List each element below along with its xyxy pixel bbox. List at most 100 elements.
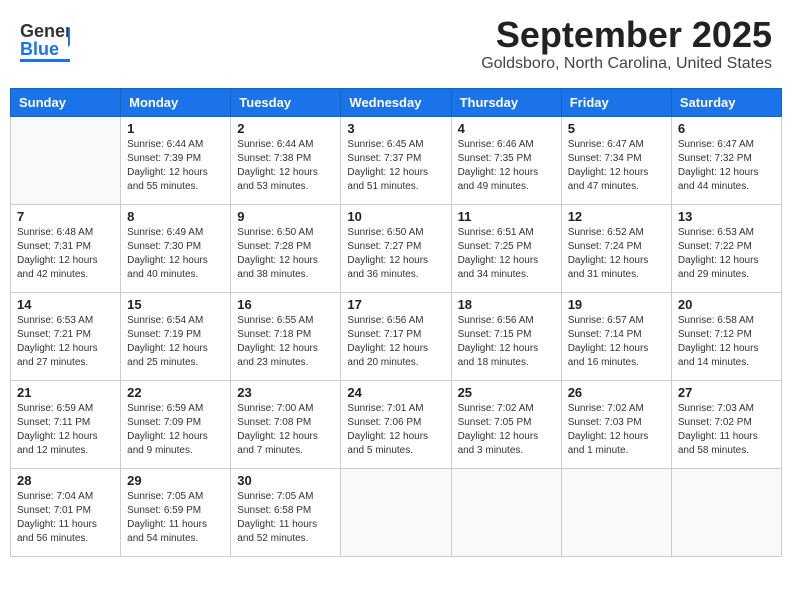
calendar-cell: 3 Sunrise: 6:45 AMSunset: 7:37 PMDaylight… xyxy=(341,116,451,204)
weekday-header-saturday: Saturday xyxy=(671,88,781,116)
day-number: 26 xyxy=(568,385,665,400)
day-number: 29 xyxy=(127,473,224,488)
calendar-cell: 24 Sunrise: 7:01 AMSunset: 7:06 PMDayligh… xyxy=(341,380,451,468)
calendar-cell: 28 Sunrise: 7:04 AMSunset: 7:01 PMDayligh… xyxy=(11,468,121,556)
month-title: September 2025 xyxy=(481,15,772,55)
day-number: 13 xyxy=(678,209,775,224)
day-info: Sunrise: 6:47 AMSunset: 7:34 PMDaylight:… xyxy=(568,138,665,194)
weekday-header-friday: Friday xyxy=(561,88,671,116)
day-number: 17 xyxy=(347,297,444,312)
day-number: 3 xyxy=(347,121,444,136)
day-info: Sunrise: 6:51 AMSunset: 7:25 PMDaylight:… xyxy=(458,226,555,282)
location-title: Goldsboro, North Carolina, United States xyxy=(481,55,772,73)
day-info: Sunrise: 6:44 AMSunset: 7:38 PMDaylight:… xyxy=(237,138,334,194)
calendar-cell: 17 Sunrise: 6:56 AMSunset: 7:17 PMDayligh… xyxy=(341,292,451,380)
calendar-cell xyxy=(451,468,561,556)
weekday-header-thursday: Thursday xyxy=(451,88,561,116)
day-info: Sunrise: 6:59 AMSunset: 7:11 PMDaylight:… xyxy=(17,402,114,458)
day-info: Sunrise: 6:56 AMSunset: 7:15 PMDaylight:… xyxy=(458,314,555,370)
calendar-cell: 29 Sunrise: 7:05 AMSunset: 6:59 PMDayligh… xyxy=(121,468,231,556)
day-number: 9 xyxy=(237,209,334,224)
svg-text:General: General xyxy=(20,21,70,41)
day-number: 25 xyxy=(458,385,555,400)
day-info: Sunrise: 7:03 AMSunset: 7:02 PMDaylight:… xyxy=(678,402,775,458)
calendar-week-4: 28 Sunrise: 7:04 AMSunset: 7:01 PMDayligh… xyxy=(11,468,782,556)
calendar-cell: 11 Sunrise: 6:51 AMSunset: 7:25 PMDayligh… xyxy=(451,204,561,292)
calendar-header: SundayMondayTuesdayWednesdayThursdayFrid… xyxy=(11,88,782,116)
day-info: Sunrise: 6:50 AMSunset: 7:28 PMDaylight:… xyxy=(237,226,334,282)
weekday-header-sunday: Sunday xyxy=(11,88,121,116)
day-info: Sunrise: 7:04 AMSunset: 7:01 PMDaylight:… xyxy=(17,490,114,546)
calendar-cell: 5 Sunrise: 6:47 AMSunset: 7:34 PMDaylight… xyxy=(561,116,671,204)
day-info: Sunrise: 6:49 AMSunset: 7:30 PMDaylight:… xyxy=(127,226,224,282)
weekday-header-monday: Monday xyxy=(121,88,231,116)
day-number: 6 xyxy=(678,121,775,136)
day-number: 20 xyxy=(678,297,775,312)
calendar-cell xyxy=(11,116,121,204)
day-number: 4 xyxy=(458,121,555,136)
calendar-cell: 16Sunrise: 6:55 AMSunset: 7:18 PMDayligh… xyxy=(231,292,341,380)
weekday-header-tuesday: Tuesday xyxy=(231,88,341,116)
day-number: 28 xyxy=(17,473,114,488)
day-number: 8 xyxy=(127,209,224,224)
day-number: 7 xyxy=(17,209,114,224)
calendar-cell: 10 Sunrise: 6:50 AMSunset: 7:27 PMDayligh… xyxy=(341,204,451,292)
day-number: 2 xyxy=(237,121,334,136)
day-number: 14 xyxy=(17,297,114,312)
calendar-cell: 4Sunrise: 6:46 AMSunset: 7:35 PMDaylight… xyxy=(451,116,561,204)
day-number: 18 xyxy=(458,297,555,312)
day-info: Sunrise: 6:53 AMSunset: 7:22 PMDaylight:… xyxy=(678,226,775,282)
day-info: Sunrise: 6:57 AMSunset: 7:14 PMDaylight:… xyxy=(568,314,665,370)
calendar-cell: 25Sunrise: 7:02 AMSunset: 7:05 PMDayligh… xyxy=(451,380,561,468)
day-number: 21 xyxy=(17,385,114,400)
day-number: 23 xyxy=(237,385,334,400)
calendar-cell: 2 Sunrise: 6:44 AMSunset: 7:38 PMDaylight… xyxy=(231,116,341,204)
day-number: 19 xyxy=(568,297,665,312)
day-number: 5 xyxy=(568,121,665,136)
day-number: 30 xyxy=(237,473,334,488)
day-number: 16 xyxy=(237,297,334,312)
weekday-header-wednesday: Wednesday xyxy=(341,88,451,116)
calendar-cell xyxy=(341,468,451,556)
day-info: Sunrise: 6:53 AMSunset: 7:21 PMDaylight:… xyxy=(17,314,114,370)
calendar-cell: 1 Sunrise: 6:44 AMSunset: 7:39 PMDaylight… xyxy=(121,116,231,204)
calendar-cell: 22Sunrise: 6:59 AMSunset: 7:09 PMDayligh… xyxy=(121,380,231,468)
day-number: 10 xyxy=(347,209,444,224)
day-info: Sunrise: 7:02 AMSunset: 7:03 PMDaylight:… xyxy=(568,402,665,458)
day-info: Sunrise: 7:01 AMSunset: 7:06 PMDaylight:… xyxy=(347,402,444,458)
day-number: 24 xyxy=(347,385,444,400)
calendar-cell: 7Sunrise: 6:48 AMSunset: 7:31 PMDaylight… xyxy=(11,204,121,292)
page-header: General Blue September 2025 Goldsboro, N… xyxy=(10,10,782,78)
calendar-cell: 15Sunrise: 6:54 AMSunset: 7:19 PMDayligh… xyxy=(121,292,231,380)
day-info: Sunrise: 7:05 AMSunset: 6:59 PMDaylight:… xyxy=(127,490,224,546)
day-info: Sunrise: 6:54 AMSunset: 7:19 PMDaylight:… xyxy=(127,314,224,370)
day-info: Sunrise: 7:00 AMSunset: 7:08 PMDaylight:… xyxy=(237,402,334,458)
day-info: Sunrise: 6:47 AMSunset: 7:32 PMDaylight:… xyxy=(678,138,775,194)
day-number: 12 xyxy=(568,209,665,224)
day-number: 11 xyxy=(458,209,555,224)
calendar-week-0: 1 Sunrise: 6:44 AMSunset: 7:39 PMDaylight… xyxy=(11,116,782,204)
calendar-week-2: 14 Sunrise: 6:53 AMSunset: 7:21 PMDayligh… xyxy=(11,292,782,380)
logo-icon: General Blue xyxy=(20,15,70,70)
calendar-cell: 9 Sunrise: 6:50 AMSunset: 7:28 PMDaylight… xyxy=(231,204,341,292)
calendar-cell xyxy=(671,468,781,556)
day-number: 1 xyxy=(127,121,224,136)
calendar-week-1: 7Sunrise: 6:48 AMSunset: 7:31 PMDaylight… xyxy=(11,204,782,292)
calendar-week-3: 21 Sunrise: 6:59 AMSunset: 7:11 PMDayligh… xyxy=(11,380,782,468)
title-block: September 2025 Goldsboro, North Carolina… xyxy=(481,15,772,73)
calendar-cell: 19 Sunrise: 6:57 AMSunset: 7:14 PMDayligh… xyxy=(561,292,671,380)
day-info: Sunrise: 6:59 AMSunset: 7:09 PMDaylight:… xyxy=(127,402,224,458)
day-info: Sunrise: 6:50 AMSunset: 7:27 PMDaylight:… xyxy=(347,226,444,282)
day-info: Sunrise: 6:56 AMSunset: 7:17 PMDaylight:… xyxy=(347,314,444,370)
calendar-cell xyxy=(561,468,671,556)
calendar-cell: 26 Sunrise: 7:02 AMSunset: 7:03 PMDayligh… xyxy=(561,380,671,468)
day-info: Sunrise: 6:44 AMSunset: 7:39 PMDaylight:… xyxy=(127,138,224,194)
calendar-cell: 13 Sunrise: 6:53 AMSunset: 7:22 PMDayligh… xyxy=(671,204,781,292)
day-info: Sunrise: 6:45 AMSunset: 7:37 PMDaylight:… xyxy=(347,138,444,194)
calendar-cell: 12Sunrise: 6:52 AMSunset: 7:24 PMDayligh… xyxy=(561,204,671,292)
day-info: Sunrise: 7:05 AMSunset: 6:58 PMDaylight:… xyxy=(237,490,334,546)
logo: General Blue xyxy=(20,15,74,70)
day-info: Sunrise: 6:58 AMSunset: 7:12 PMDaylight:… xyxy=(678,314,775,370)
calendar-cell: 8 Sunrise: 6:49 AMSunset: 7:30 PMDaylight… xyxy=(121,204,231,292)
calendar-cell: 18 Sunrise: 6:56 AMSunset: 7:15 PMDayligh… xyxy=(451,292,561,380)
